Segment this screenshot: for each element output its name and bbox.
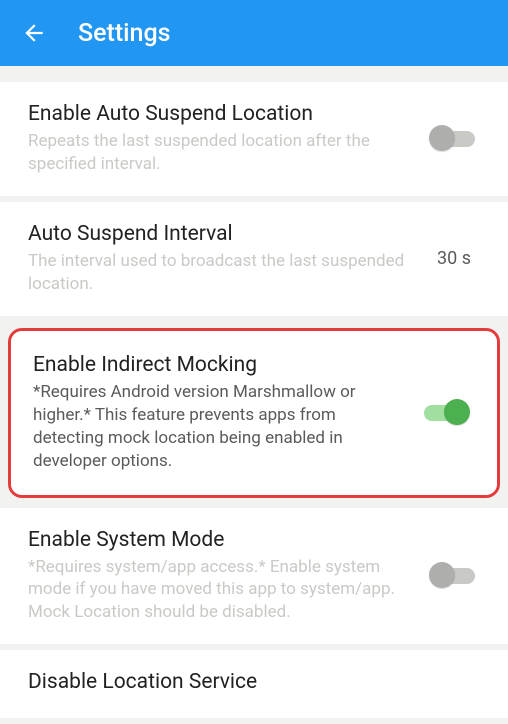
settings-list: Enable Auto Suspend Location Repeats the… — [0, 66, 508, 724]
setting-text: Auto Suspend Interval The interval used … — [28, 222, 420, 296]
setting-text: Disable Location Service — [28, 670, 488, 698]
toggle-knob — [444, 399, 470, 425]
setting-title: Disable Location Service — [28, 670, 474, 694]
header-title: Settings — [78, 19, 171, 48]
setting-subtitle: The interval used to broadcast the last … — [28, 250, 406, 296]
setting-title: Auto Suspend Interval — [28, 222, 406, 246]
app-header: Settings — [0, 0, 508, 66]
setting-control — [420, 568, 488, 584]
setting-control — [411, 405, 479, 421]
back-button[interactable] — [18, 17, 50, 49]
setting-subtitle: Repeats the last suspended location afte… — [28, 130, 406, 176]
setting-text: Enable Auto Suspend Location Repeats the… — [28, 102, 420, 176]
setting-value: 30 s — [420, 248, 488, 269]
setting-title: Enable Auto Suspend Location — [28, 102, 406, 126]
setting-disable-location-service[interactable]: Disable Location Service — [0, 650, 508, 718]
setting-indirect-mocking[interactable]: Enable Indirect Mocking *Requires Androi… — [11, 331, 497, 495]
setting-text: Enable System Mode *Requires system/app … — [28, 528, 420, 625]
setting-title: Enable System Mode — [28, 528, 406, 552]
setting-control — [420, 131, 488, 147]
toggle-system-mode[interactable] — [433, 568, 475, 584]
setting-auto-suspend-interval[interactable]: Auto Suspend Interval The interval used … — [0, 202, 508, 316]
setting-title: Enable Indirect Mocking — [33, 353, 397, 377]
arrow-left-icon — [21, 20, 47, 46]
setting-auto-suspend-location[interactable]: Enable Auto Suspend Location Repeats the… — [0, 82, 508, 196]
setting-system-mode[interactable]: Enable System Mode *Requires system/app … — [0, 508, 508, 645]
toggle-knob — [429, 125, 455, 151]
toggle-indirect-mocking[interactable] — [424, 405, 466, 421]
toggle-knob — [429, 562, 455, 588]
setting-subtitle: *Requires Android version Marshmallow or… — [33, 381, 397, 473]
setting-text: Enable Indirect Mocking *Requires Androi… — [33, 353, 411, 473]
highlighted-setting-frame: Enable Indirect Mocking *Requires Androi… — [8, 328, 500, 498]
toggle-auto-suspend-location[interactable] — [433, 131, 475, 147]
setting-subtitle: *Requires system/app access.* Enable sys… — [28, 556, 406, 625]
